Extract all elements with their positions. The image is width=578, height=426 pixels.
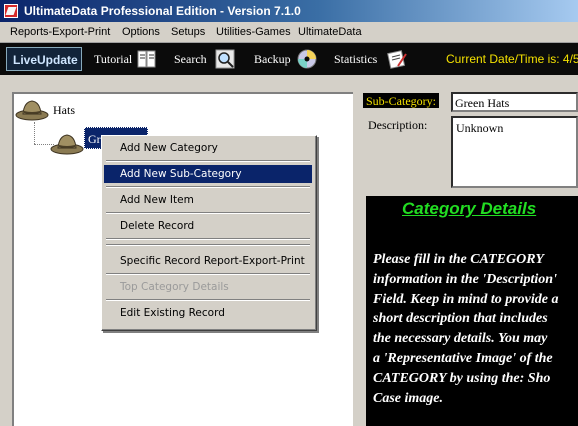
backup-label: Backup — [254, 52, 291, 66]
ctx-delete-record[interactable]: Delete Record — [104, 217, 312, 235]
details-title: Category Details — [402, 199, 537, 218]
app-icon — [4, 4, 18, 18]
tree-item-hats[interactable]: Hats — [53, 103, 75, 118]
menu-separator — [106, 238, 310, 240]
search-label: Search — [174, 52, 207, 66]
book-icon — [137, 50, 156, 68]
menu-setups[interactable]: Setups — [171, 26, 205, 38]
search-icon — [215, 49, 235, 69]
menu-separator — [106, 299, 310, 301]
menu-separator — [106, 244, 310, 246]
subcategory-field[interactable]: Green Hats — [451, 92, 578, 112]
backup-button[interactable]: Backup — [252, 47, 324, 71]
tutorial-button[interactable]: Tutorial — [92, 47, 164, 71]
statistics-button[interactable]: Statistics — [332, 47, 412, 71]
ctx-edit-existing-record[interactable]: Edit Existing Record — [104, 304, 312, 322]
liveupdate-button[interactable]: LiveUpdate — [6, 47, 82, 71]
menu-separator — [106, 212, 310, 214]
context-menu: Add New Category Add New Sub-Category Ad… — [101, 135, 317, 331]
description-field[interactable]: Unknown — [451, 116, 578, 188]
hat-icon — [50, 134, 84, 155]
cd-icon — [297, 49, 317, 69]
toolbar: LiveUpdate Tutorial Search Backup Statis… — [0, 43, 578, 75]
hat-icon — [15, 100, 49, 121]
ctx-add-new-sub-category[interactable]: Add New Sub-Category — [104, 165, 312, 183]
tree-item-selected-label: Gr — [88, 132, 101, 146]
menu-separator — [106, 273, 310, 275]
search-button[interactable]: Search — [172, 47, 240, 71]
tutorial-label: Tutorial — [94, 52, 133, 66]
current-datetime: Current Date/Time is: 4/5 — [446, 52, 578, 66]
menu-ultimatedata[interactable]: UltimateData — [298, 26, 362, 38]
tree-connector — [34, 122, 36, 144]
menu-utilities-games[interactable]: Utilities-Games — [216, 26, 291, 38]
subcategory-label: Sub-Category: — [363, 93, 439, 108]
ctx-specific-record-report[interactable]: Specific Record Report-Export-Print — [104, 252, 312, 270]
liveupdate-label: LiveUpdate — [13, 53, 78, 67]
menu-options[interactable]: Options — [122, 26, 160, 38]
title-bar: UltimateData Professional Edition - Vers… — [0, 0, 578, 22]
ctx-add-new-category[interactable]: Add New Category — [104, 139, 312, 157]
description-label: Description: — [368, 118, 428, 132]
notepad-icon — [387, 50, 407, 69]
ctx-top-category-details: Top Category Details — [120, 281, 229, 293]
menu-bar: Reports-Export-Print Options Setups Util… — [0, 22, 578, 43]
window-title: UltimateData Professional Edition - Vers… — [24, 4, 301, 18]
statistics-label: Statistics — [334, 52, 378, 66]
details-body: Please fill in the CATEGORY information … — [373, 252, 559, 406]
menu-separator — [106, 186, 310, 188]
menu-separator — [106, 160, 310, 162]
ctx-add-new-item[interactable]: Add New Item — [104, 191, 312, 209]
category-details-panel: Category Details Please fill in the CATE… — [366, 196, 578, 426]
menu-reports[interactable]: Reports-Export-Print — [10, 26, 110, 38]
